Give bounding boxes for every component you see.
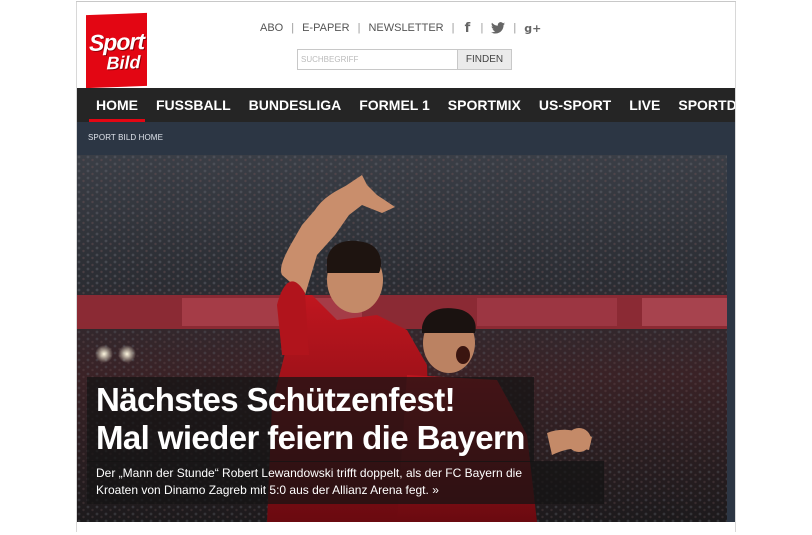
search-input[interactable] xyxy=(297,49,458,70)
facebook-icon: f xyxy=(464,20,471,36)
divider: | xyxy=(513,22,517,34)
nav-item-us-sport[interactable]: US-SPORT xyxy=(530,88,620,122)
newsletter-link[interactable]: NEWSLETTER xyxy=(368,22,443,34)
page: Sport Bild ABO | E-PAPER | NEWSLETTER | … xyxy=(0,0,812,535)
googleplus-link[interactable]: g+ xyxy=(524,22,541,35)
divider: | xyxy=(357,22,361,34)
nav-item-sportmix[interactable]: SPORTMIX xyxy=(439,88,530,122)
teaser-line-2: Kroaten von Dinamo Zagreb mit 5:0 aus de… xyxy=(96,483,439,497)
divider: | xyxy=(480,22,484,34)
nav-item-sportdaten[interactable]: SPORTDATEN xyxy=(669,88,735,122)
headline-line-1: Nächstes Schützenfest! xyxy=(96,381,456,418)
googleplus-icon: g+ xyxy=(524,21,542,35)
abo-link[interactable]: ABO xyxy=(260,22,283,34)
nav-item-home[interactable]: HOME xyxy=(77,88,147,122)
nav-item-formel1[interactable]: FORMEL 1 xyxy=(350,88,439,122)
nav-item-bundesliga[interactable]: BUNDESLIGA xyxy=(240,88,351,122)
bottom-strip xyxy=(77,522,735,532)
logo-line-1: Sport xyxy=(88,27,145,56)
headline-box[interactable]: Nächstes Schützenfest! Mal wieder feiern… xyxy=(87,377,534,462)
breadcrumb[interactable]: SPORT BILD HOME xyxy=(88,133,163,142)
breadcrumb-bar: SPORT BILD HOME xyxy=(77,122,735,155)
main-nav: HOME FUSSBALL BUNDESLIGA FORMEL 1 SPORTM… xyxy=(77,88,735,122)
divider: | xyxy=(291,22,295,34)
facebook-link[interactable]: f xyxy=(462,21,472,36)
search-button[interactable]: FINDEN xyxy=(458,49,512,70)
hero-teaser[interactable]: Nächstes Schützenfest! Mal wieder feiern… xyxy=(77,155,735,522)
nav-item-fussball[interactable]: FUSSBALL xyxy=(147,88,240,122)
twitter-link[interactable] xyxy=(491,22,506,34)
logo-line-2: Bild xyxy=(106,51,141,73)
site-frame: Sport Bild ABO | E-PAPER | NEWSLETTER | … xyxy=(76,2,736,532)
divider: | xyxy=(451,22,455,34)
teaser-line-1: Der „Mann der Stunde“ Robert Lewandowski… xyxy=(96,466,522,480)
headline-line-2: Mal wieder feiern die Bayern xyxy=(96,419,525,456)
sportbild-logo[interactable]: Sport Bild xyxy=(86,12,147,89)
nav-item-live[interactable]: LIVE xyxy=(620,88,669,122)
search-form: FINDEN xyxy=(297,49,512,70)
top-links: ABO | E-PAPER | NEWSLETTER | f | | g+ xyxy=(260,20,541,36)
teaser-box[interactable]: Der „Mann der Stunde“ Robert Lewandowski… xyxy=(87,461,604,504)
twitter-icon xyxy=(491,22,506,34)
epaper-link[interactable]: E-PAPER xyxy=(302,22,349,34)
